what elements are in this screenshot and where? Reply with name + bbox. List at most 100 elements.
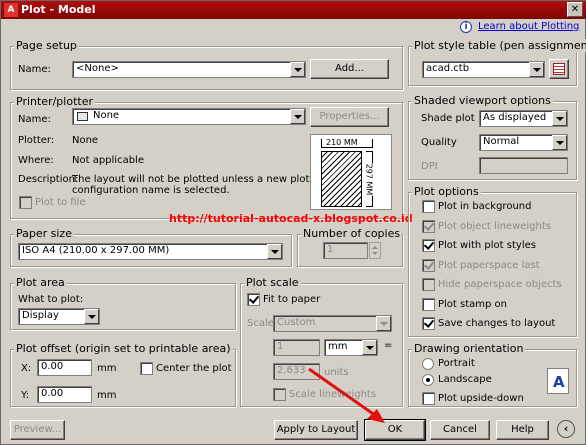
shade-plot-value: As displayed [483,112,547,123]
paper-size-value: ISO A4 (210.00 x 297.00 MM) [22,245,170,256]
autocad-app-icon: A [4,3,18,17]
paper-size-dropdown[interactable]: ISO A4 (210.00 x 297.00 MM) [18,243,283,260]
where-value: Not applicable [72,155,144,166]
paper-height-label: 297 MM [364,163,374,196]
plot-option-checkbox[interactable] [422,317,435,330]
orientation-letter: A [553,373,565,391]
paper-size-title: Paper size [14,227,74,240]
scale-unit-value: mm [328,341,348,352]
plot-dialog: A Plot - Model ✕ i Learn about Plotting … [0,0,586,445]
shade-plot-label: Shade plot [421,113,475,124]
copies-title: Number of copies [301,227,403,240]
chevron-down-icon[interactable] [84,309,99,324]
plot-to-file-checkbox[interactable] [19,196,32,209]
chevron-down-icon[interactable] [290,109,305,124]
plot-style-title: Plot style table (pen assignments) [412,39,586,52]
copies-input[interactable]: 1 [323,242,368,259]
printer-properties-button[interactable]: Properties... [310,107,389,127]
plot-area-title: Plot area [14,276,67,289]
what-to-plot-label: What to plot: [18,294,84,305]
scale-numerator-value: 1 [277,341,284,352]
what-to-plot-value: Display [22,310,59,321]
cancel-button[interactable]: Cancel [430,420,490,440]
scale-lineweights-checkbox[interactable] [273,388,286,401]
plot-upside-down-label: Plot upside-down [438,393,524,404]
scale-numerator-input[interactable]: 1 [273,339,320,356]
dpi-input[interactable] [479,157,568,174]
offset-x-label: X: [21,363,32,374]
center-plot-checkbox[interactable] [140,362,153,375]
printer-name-dropdown[interactable]: None [72,108,306,125]
page-setup-name-label: Name: [18,64,51,75]
fit-to-paper-checkbox[interactable] [247,293,260,306]
printer-icon [77,112,88,121]
plot-to-file-label: Plot to file [35,197,86,208]
edit-plot-style-button[interactable] [549,59,569,79]
description-line-1: The layout will not be plotted unless a … [72,174,324,185]
plot-option-checkbox[interactable] [422,200,435,213]
center-plot-label: Center the plot [156,363,232,374]
plot-style-value: acad.ctb [426,63,470,74]
plot-style-dropdown[interactable]: acad.ctb [422,61,545,78]
offset-y-input[interactable]: 0.00 [37,386,92,403]
page-setup-title: Page setup [14,39,79,52]
chevron-down-icon[interactable] [552,111,567,126]
title-bar[interactable]: A Plot - Model ✕ [1,1,586,19]
printer-plotter-title: Printer/plotter [14,95,95,108]
plot-option-label: Plot object lineweights [438,220,551,232]
where-label: Where: [18,155,54,166]
plotter-label: Plotter: [18,135,55,146]
plot-option-checkbox[interactable] [422,258,435,272]
chevron-down-icon[interactable] [552,135,567,150]
paper-preview: 210 MM 297 MM [310,134,392,210]
window-title: Plot - Model [21,3,96,16]
drawing-orientation-title: Drawing orientation [412,342,526,355]
printer-name-label: Name: [18,114,51,125]
scale-unit-dropdown[interactable]: mm [324,339,378,356]
offset-x-unit: mm [97,363,117,374]
plot-upside-down-checkbox[interactable] [422,392,435,405]
edit-table-icon [553,63,565,75]
portrait-label: Portrait [438,358,475,369]
plot-scale-title: Plot scale [244,276,301,289]
plotter-value: None [72,135,99,146]
copies-value: 1 [327,244,334,255]
what-to-plot-dropdown[interactable]: Display [18,308,100,325]
scale-dropdown[interactable]: Custom [273,315,392,332]
page-setup-name-value: <None> [76,63,119,74]
plot-option-label: Plot paperspace last [438,259,540,271]
chevron-down-icon[interactable] [529,62,544,77]
quality-value: Normal [483,136,520,147]
info-icon[interactable]: i [460,21,472,33]
chevron-down-icon[interactable] [362,340,377,355]
offset-x-input[interactable]: 0.00 [37,359,92,376]
chevron-left-icon[interactable]: ‹ [557,420,575,438]
plot-option-checkbox[interactable] [422,278,435,291]
fit-to-paper-label: Fit to paper [263,294,321,305]
shade-plot-dropdown[interactable]: As displayed [479,110,568,127]
add-page-setup-button[interactable]: Add... [310,59,389,79]
chevron-down-icon[interactable] [290,62,305,77]
close-button[interactable]: ✕ [567,2,583,17]
plot-options-title: Plot options [412,185,481,198]
quality-dropdown[interactable]: Normal [479,134,568,151]
learn-about-plotting-link[interactable]: Learn about Plotting [478,21,579,32]
chevron-down-icon[interactable] [267,244,282,259]
plot-option-checkbox[interactable] [422,219,435,233]
preview-button[interactable]: Preview... [10,420,65,440]
page-setup-name-dropdown[interactable]: <None> [72,61,306,78]
description-label: Description: [18,174,79,185]
shaded-viewport-title: Shaded viewport options [412,94,553,107]
quality-label: Quality [421,137,457,148]
pointer-arrow-annotation [308,367,385,423]
plot-option-label: Plot with plot styles [438,240,536,251]
plot-option-checkbox[interactable] [422,239,435,252]
chevron-down-icon[interactable] [376,316,391,331]
plot-option-checkbox[interactable] [422,297,435,311]
help-button[interactable]: Help [496,420,549,440]
landscape-radio[interactable] [422,374,434,386]
plot-option-label: Plot stamp on [438,298,508,310]
portrait-radio[interactable] [422,358,434,370]
copies-spinner[interactable] [369,242,381,259]
orientation-preview-icon: A [547,368,569,394]
